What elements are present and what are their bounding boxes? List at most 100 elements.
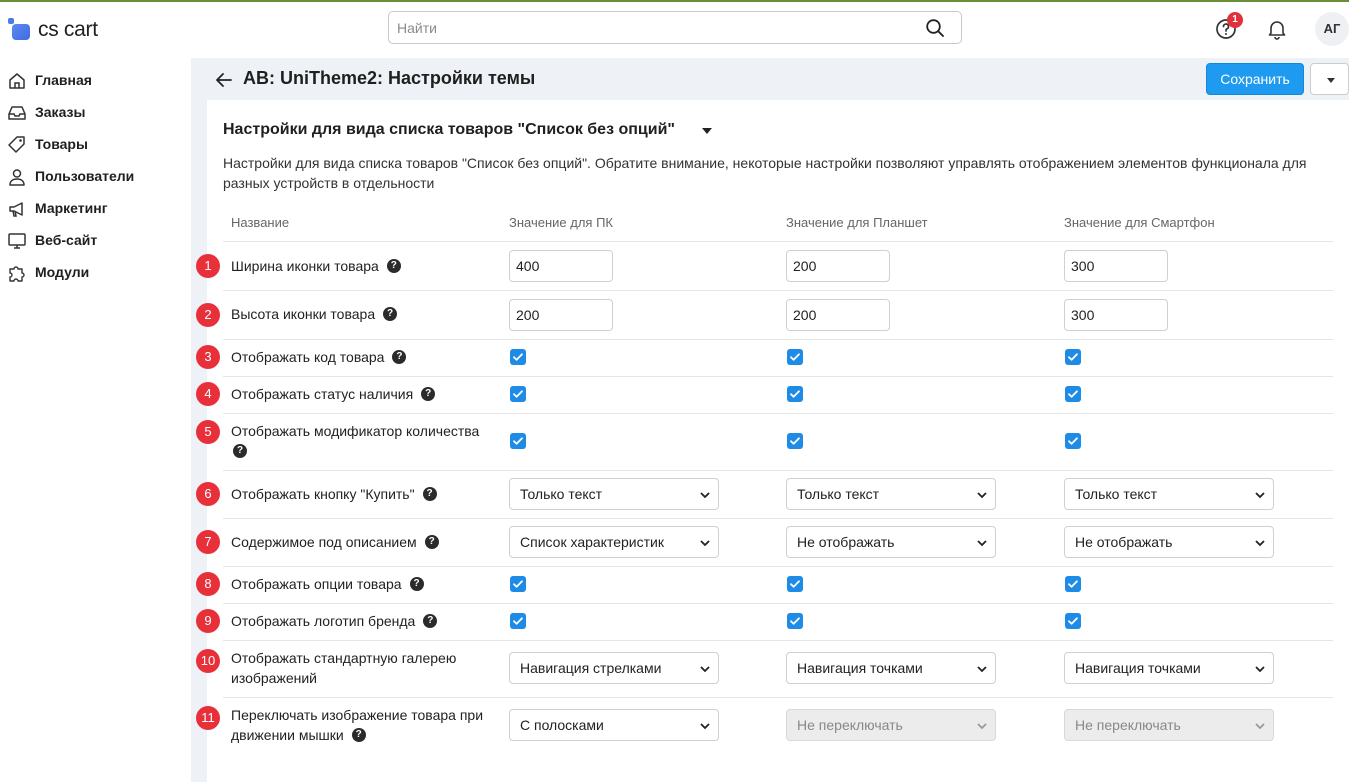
icon-height-pc-input[interactable] — [509, 299, 613, 331]
checkmark-icon — [1068, 353, 1078, 361]
select-value: Не переключать — [1075, 717, 1181, 733]
chevron-down-icon — [977, 723, 987, 730]
chevron-down-icon — [700, 723, 710, 730]
row-divider — [223, 640, 1333, 641]
chevron-down-icon — [1327, 78, 1335, 83]
below-description-smartphone-select[interactable]: Не отображать — [1064, 526, 1274, 558]
back-arrow-icon[interactable] — [214, 70, 234, 90]
show-sku-pc-checkbox[interactable] — [510, 349, 526, 365]
setting-label-text: Отображать статус наличия — [231, 386, 414, 402]
checkmark-icon — [513, 580, 523, 588]
setting-label-text: Отображать модификатор количества — [231, 423, 480, 439]
checkmark-icon — [790, 390, 800, 398]
section-dropdown-caret-icon[interactable] — [702, 128, 712, 134]
brand-logo[interactable]: cs cart — [8, 18, 98, 42]
icon-width-tablet-input[interactable] — [786, 250, 890, 282]
setting-label: Отображать кнопку "Купить"? — [231, 484, 437, 504]
checkmark-icon — [1068, 437, 1078, 445]
sidebar-item-label: Пользователи — [35, 168, 135, 184]
search-icon[interactable] — [925, 18, 945, 38]
help-tooltip-icon[interactable]: ? — [409, 577, 424, 592]
select-value: Не переключать — [797, 717, 903, 733]
sidebar-item-label: Товары — [35, 136, 88, 152]
show-brand-logo-smartphone-checkbox[interactable] — [1065, 613, 1081, 629]
more-actions-dropdown-button[interactable] — [1310, 63, 1349, 95]
search-input[interactable] — [389, 12, 909, 43]
sidebar-item-label: Маркетинг — [35, 200, 108, 216]
setting-label: Высота иконки товара? — [231, 304, 398, 324]
sidebar-item-modules[interactable]: Модули — [0, 256, 191, 288]
buy-button-tablet-select[interactable]: Только текст — [786, 478, 996, 510]
select-value: Только текст — [520, 486, 603, 502]
show-options-smartphone-checkbox[interactable] — [1065, 576, 1081, 592]
setting-label-text: Отображать кнопку "Купить" — [231, 486, 415, 502]
show-sku-tablet-checkbox[interactable] — [787, 349, 803, 365]
show-stock-status-tablet-checkbox[interactable] — [787, 386, 803, 402]
select-value: Навигация точками — [797, 660, 923, 676]
setting-label: Отображать код товара? — [231, 347, 407, 367]
search-bar — [388, 11, 962, 44]
sidebar-item-label: Главная — [35, 72, 92, 88]
chevron-down-icon — [1255, 540, 1265, 547]
sidebar-item-products[interactable]: Товары — [0, 128, 191, 160]
buy-button-pc-select[interactable]: Только текст — [509, 478, 719, 510]
row-number-badge: 2 — [196, 303, 220, 327]
help-tooltip-icon[interactable]: ? — [423, 614, 438, 629]
setting-label: Содержимое под описанием? — [231, 532, 439, 552]
save-button[interactable]: Сохранить — [1206, 63, 1304, 95]
help-tooltip-icon[interactable]: ? — [421, 387, 436, 402]
row-divider — [223, 290, 1333, 291]
icon-height-tablet-input[interactable] — [786, 299, 890, 331]
buy-button-smartphone-select[interactable]: Только текст — [1064, 478, 1274, 510]
help-tooltip-icon[interactable]: ? — [233, 444, 247, 459]
show-brand-logo-pc-checkbox[interactable] — [510, 613, 526, 629]
checkmark-icon — [790, 617, 800, 625]
setting-label: Отображать логотип бренда? — [231, 611, 438, 631]
below-description-pc-select[interactable]: Список характеристик — [509, 526, 719, 558]
icon-height-smartphone-input[interactable] — [1064, 299, 1168, 331]
sidebar-item-orders[interactable]: Заказы — [0, 96, 191, 128]
gallery-pc-select[interactable]: Навигация стрелками — [509, 652, 719, 684]
sidebar-item-home[interactable]: Главная — [0, 64, 191, 96]
select-value: Навигация стрелками — [520, 660, 662, 676]
bell-icon[interactable] — [1265, 17, 1289, 41]
column-header-tablet: Значение для Планшет — [786, 215, 928, 230]
setting-label: Отображать модификатор количества? — [231, 421, 479, 461]
show-qty-modifier-pc-checkbox[interactable] — [510, 433, 526, 449]
help-tooltip-icon[interactable]: ? — [351, 728, 366, 743]
select-value: Список характеристик — [520, 534, 664, 550]
sidebar-item-users[interactable]: Пользователи — [0, 160, 191, 192]
setting-label-text: Отображать опции товара — [231, 576, 402, 592]
help-tooltip-icon[interactable]: ? — [392, 350, 407, 365]
hover-switch-pc-select[interactable]: С полосками — [509, 709, 719, 741]
icon-width-smartphone-input[interactable] — [1064, 250, 1168, 282]
icon-width-pc-input[interactable] — [509, 250, 613, 282]
sidebar-item-marketing[interactable]: Маркетинг — [0, 192, 191, 224]
gallery-tablet-select[interactable]: Навигация точками — [786, 652, 996, 684]
setting-label: Ширина иконки товара? — [231, 256, 401, 276]
chevron-down-icon — [700, 492, 710, 499]
below-description-tablet-select[interactable]: Не отображать — [786, 526, 996, 558]
show-qty-modifier-tablet-checkbox[interactable] — [787, 433, 803, 449]
show-sku-smartphone-checkbox[interactable] — [1065, 349, 1081, 365]
hover-switch-tablet-select: Не переключать — [786, 709, 996, 741]
help-tooltip-icon[interactable]: ? — [383, 307, 398, 322]
chevron-down-icon — [1255, 723, 1265, 730]
row-number-badge: 5 — [196, 420, 220, 444]
help-tooltip-icon[interactable]: ? — [422, 487, 437, 502]
show-options-pc-checkbox[interactable] — [510, 576, 526, 592]
help-tooltip-icon[interactable]: ? — [386, 259, 401, 274]
help-tooltip-icon[interactable]: ? — [424, 535, 439, 550]
show-stock-status-pc-checkbox[interactable] — [510, 386, 526, 402]
show-brand-logo-tablet-checkbox[interactable] — [787, 613, 803, 629]
user-avatar[interactable]: АГ — [1315, 12, 1349, 46]
sidebar-item-website[interactable]: Веб-сайт — [0, 224, 191, 256]
setting-label-text: Высота иконки товара — [231, 306, 376, 322]
gallery-smartphone-select[interactable]: Навигация точками — [1064, 652, 1274, 684]
show-qty-modifier-smartphone-checkbox[interactable] — [1065, 433, 1081, 449]
chevron-down-icon — [977, 540, 987, 547]
row-number-badge: 6 — [196, 482, 220, 506]
page-title: AB: UniTheme2: Настройки темы — [243, 68, 536, 88]
show-stock-status-smartphone-checkbox[interactable] — [1065, 386, 1081, 402]
show-options-tablet-checkbox[interactable] — [787, 576, 803, 592]
